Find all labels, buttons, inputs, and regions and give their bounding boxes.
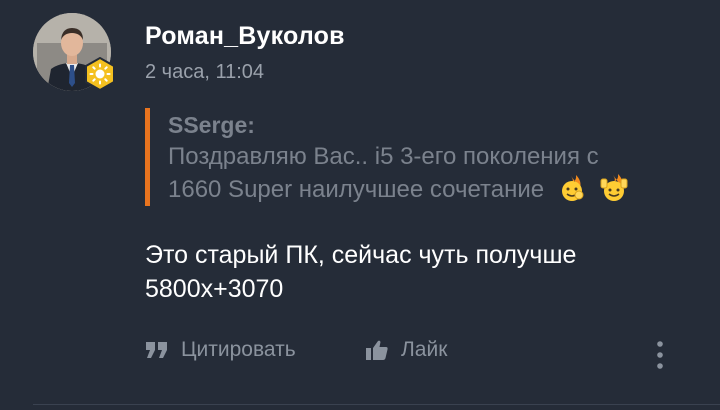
quote-author[interactable]: SSerge: — [168, 111, 705, 139]
post-actions: Цитировать Лайк — [145, 338, 685, 372]
quote-text: Поздравляю Вас.. i5 3-его поколения с 16… — [168, 141, 705, 212]
post-divider — [33, 404, 720, 405]
thumbs-up-icon — [365, 339, 389, 361]
vertical-dots-icon — [655, 340, 665, 370]
quote-line-2-wrap: 1660 Super наилучшее сочетание — [168, 173, 705, 212]
message-line-1: Это старый ПК, сейчас чуть получше — [145, 241, 577, 269]
author-name[interactable]: Роман_Вуколов — [145, 22, 345, 51]
quote-line-2: 1660 Super наилучшее сочетание — [168, 176, 545, 203]
quote-icon — [145, 340, 169, 360]
ok-hand-emoji-icon — [557, 173, 587, 212]
quote-line-1: Поздравляю Вас.. i5 3-его поколения с — [168, 143, 599, 170]
post-timestamp: 2 часа, 11:04 — [145, 61, 265, 83]
quoted-message: SSerge: Поздравляю Вас.. i5 3-его поколе… — [145, 108, 705, 206]
message-body: Это старый ПК, сейчас чуть получше 5800x… — [145, 238, 576, 306]
sun-badge-icon — [85, 57, 115, 91]
raised-hands-emoji-icon — [599, 173, 629, 212]
like-button[interactable]: Лайк — [365, 338, 447, 362]
message-line-2: 5800x+3070 — [145, 275, 284, 303]
like-button-label: Лайк — [401, 338, 448, 361]
quote-button-label: Цитировать — [181, 338, 296, 361]
more-options-button[interactable] — [655, 340, 677, 370]
quote-button[interactable]: Цитировать — [145, 338, 296, 362]
